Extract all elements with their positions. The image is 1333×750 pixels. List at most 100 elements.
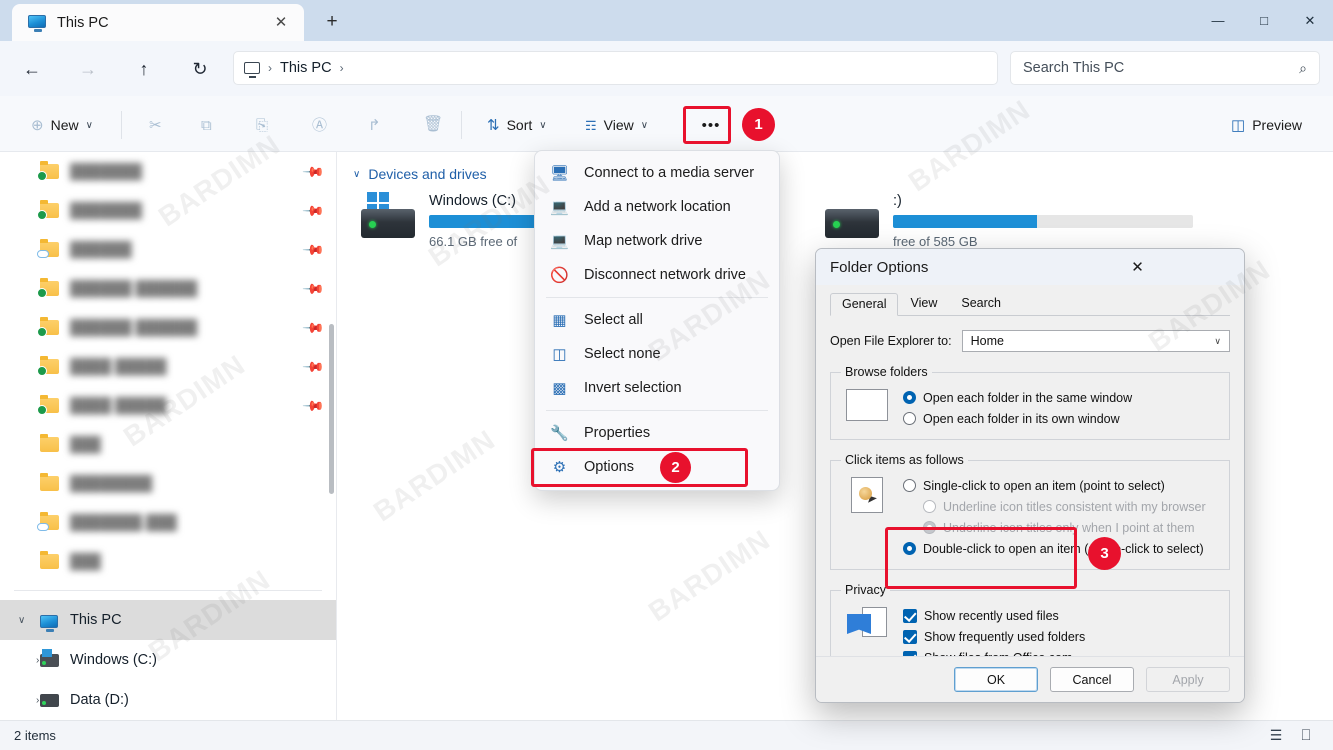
menu-item-connect-to-a-media-server[interactable]: 🖥Connect to a media server [535,156,779,190]
pin-icon[interactable]: 📌 [301,354,325,378]
menu-item-add-a-network-location[interactable]: 💻Add a network location [535,190,779,224]
refresh-button[interactable]: ↻ [183,52,217,86]
checkbox-option[interactable]: Show frequently used folders [903,626,1219,647]
sidebar-item-data-d[interactable]: ›Data (D:) [0,680,336,720]
radio-button[interactable] [903,412,916,425]
sidebar-item[interactable]: ██████ ██████📌 [0,308,336,347]
checkbox[interactable] [903,609,917,623]
dialog-tab-view[interactable]: View [898,292,949,315]
cut-button[interactable]: ✂ [140,110,171,140]
breadcrumb[interactable]: › This PC › [233,51,998,85]
sort-button[interactable]: ⇅ Sort ∨ [478,110,556,140]
radio-option[interactable]: Open each folder in the same window [903,387,1219,408]
menu-item-disconnect-network-drive[interactable]: 🚫Disconnect network drive [535,258,779,292]
menu-item-invert-selection[interactable]: ▩Invert selection [535,371,779,405]
dialog-tab-general[interactable]: General [830,293,898,316]
sidebar-item[interactable]: ███████.███ [0,503,336,542]
maximize-button[interactable]: □ [1241,0,1287,41]
pin-icon[interactable]: 📌 [301,237,325,261]
pin-icon[interactable]: 📌 [301,276,325,300]
list-view-icon[interactable]: ☰ [1265,726,1287,746]
tab-close-icon[interactable]: ✕ [268,10,294,36]
up-button[interactable]: ↑ [127,52,161,86]
pin-icon[interactable]: 📌 [301,393,325,417]
trash-icon: 🗑 [423,117,443,133]
pin-icon[interactable]: 📌 [301,159,325,183]
new-button[interactable]: ⊕ New ∨ [22,110,102,140]
overflow-menu[interactable]: 🖥Connect to a media server💻Add a network… [534,150,780,491]
search-input[interactable]: Search This PC [1023,60,1299,76]
breadcrumb-item-this-pc[interactable]: This PC [280,60,332,76]
sidebar-item-this-pc[interactable]: ∨ This PC [0,600,336,640]
sidebar-item-label: ███████.███ [70,515,177,531]
apply-button[interactable]: Apply [1146,667,1230,692]
sidebar-item-label: This PC [70,612,122,628]
navigation-pane[interactable]: ███████📌███████📌██████📌██████ ██████📌███… [0,152,337,720]
sidebar-item[interactable]: ████ █████📌 [0,347,336,386]
sidebar-item[interactable]: ██████ ██████📌 [0,269,336,308]
checkbox-option[interactable]: Show recently used files [903,605,1219,626]
dialog-close-icon[interactable]: ✕ [1035,251,1240,283]
drive-tile[interactable]: :)free of 585 GB [823,192,1243,249]
sidebar-item-windows-c[interactable]: ›Windows (C:) [0,640,336,680]
menu-item-select-none[interactable]: ◫Select none [535,337,779,371]
copy-button[interactable]: ⧉ [192,110,221,140]
tree-chevron-icon[interactable]: › [18,655,40,666]
capacity-bar [893,215,1193,228]
radio-button[interactable] [903,542,916,555]
ok-button[interactable]: OK [954,667,1038,692]
pin-icon[interactable]: 📌 [301,198,325,222]
menu-item-map-network-drive[interactable]: 💻Map network drive [535,224,779,258]
tree-chevron-icon[interactable]: ∨ [18,615,40,626]
radio-option[interactable]: Double-click to open an item (single-cli… [903,538,1219,559]
more-options-button[interactable]: ••• [687,110,735,140]
menu-item-options[interactable]: ⚙Options [535,450,779,484]
radio-label: Underline icon titles only when I point … [943,521,1195,535]
chevron-down-icon[interactable]: ∨ [353,169,360,180]
sidebar-item[interactable]: ████████ [0,464,336,503]
delete-button[interactable]: 🗑 [414,110,452,140]
radio-option[interactable]: Single-click to open an item (point to s… [903,475,1219,496]
search-icon[interactable]: ⌕ [1299,60,1307,77]
sidebar-item[interactable]: ███████📌 [0,152,336,191]
sidebar-item[interactable]: ██████📌 [0,230,336,269]
rename-button[interactable]: Ⓐ [303,110,336,140]
paste-button[interactable]: ⎘ [247,110,277,140]
breadcrumb-monitor-icon[interactable] [244,62,260,74]
dialog-tab-search[interactable]: Search [949,292,1013,315]
checkbox[interactable] [903,630,917,644]
drive-free-space: free of 585 GB [893,234,1243,249]
pin-icon[interactable]: 📌 [301,315,325,339]
minimize-button[interactable]: — [1195,0,1241,41]
menu-item-properties[interactable]: 🔧Properties [535,416,779,450]
view-button[interactable]: ☶ View ∨ [576,110,657,140]
cancel-button[interactable]: Cancel [1050,667,1134,692]
drive-list: Windows (C:)66.1 GB free of:)free of 585… [337,182,1333,249]
sidebar-scrollbar[interactable] [329,324,334,494]
sidebar-item[interactable]: ███ [0,425,336,464]
tab-this-pc[interactable]: This PC ✕ [12,4,304,41]
close-button[interactable]: ✕ [1287,0,1333,41]
menu-item-select-all[interactable]: ▦Select all [535,303,779,337]
back-button[interactable]: ← [15,52,49,86]
forward-button[interactable]: → [71,52,105,86]
preview-label: Preview [1252,117,1302,133]
breadcrumb-separator-1: › [266,61,274,75]
group-header-devices-and-drives[interactable]: ∨ Devices and drives [337,152,1333,182]
sidebar-item[interactable]: ███████📌 [0,191,336,230]
radio-button[interactable] [903,391,916,404]
radio-option[interactable]: Open each folder in its own window [903,408,1219,429]
tree-chevron-icon[interactable]: › [18,695,40,706]
folder-cloud-icon [40,242,60,257]
search-box[interactable]: Search This PC ⌕ [1010,51,1320,85]
radio-button[interactable] [903,479,916,492]
detail-view-icon[interactable]: ⎕ [1295,726,1317,746]
sidebar-item[interactable]: ███ [0,542,336,581]
open-explorer-select[interactable]: Home ∨ [962,330,1230,352]
new-tab-button[interactable]: + [318,9,346,35]
scissors-icon: ✂ [149,118,162,133]
sidebar-item[interactable]: ████ █████📌 [0,386,336,425]
share-button[interactable]: ↱ [359,110,390,140]
preview-button[interactable]: ◫ Preview [1222,110,1311,140]
network-location-icon: 💻 [550,200,569,215]
